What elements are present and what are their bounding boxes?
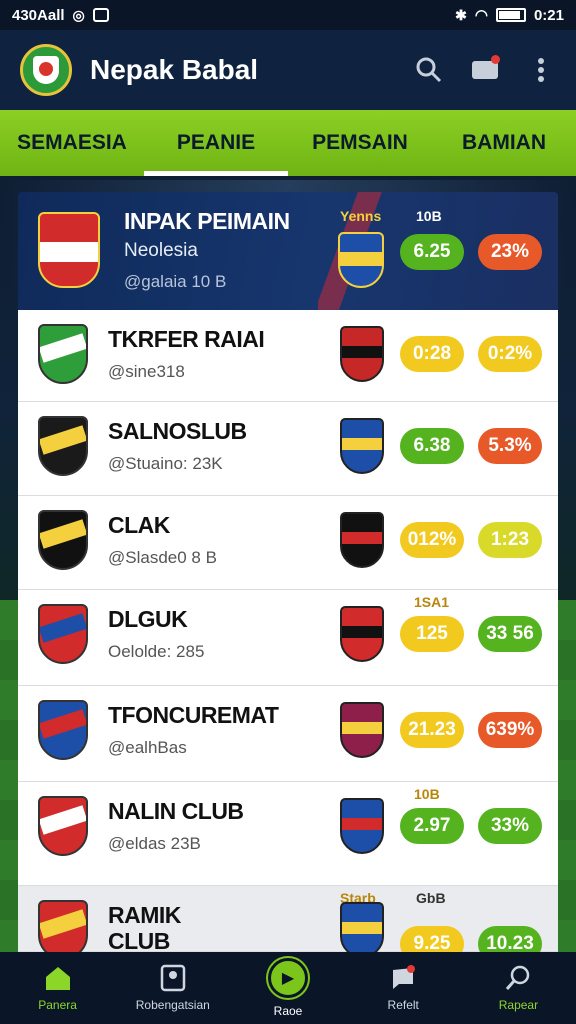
status-bar: 430Aall ◎ ✱ ◠ 0:21	[0, 0, 576, 30]
more-menu-button[interactable]	[526, 55, 556, 85]
odds-pill[interactable]: 6.38	[400, 428, 464, 464]
odds-pill[interactable]: 33%	[478, 808, 542, 844]
team-handle: Oelolde: 285	[108, 642, 205, 661]
odds-pill-2[interactable]: 23%	[478, 234, 542, 270]
team-crest	[38, 796, 88, 856]
nav-notifications-label: Refelt	[387, 998, 419, 1012]
odds-pill-1[interactable]: 6.25	[400, 234, 464, 270]
battery-icon	[495, 8, 526, 22]
team-crest	[38, 416, 88, 476]
search-icon	[416, 57, 442, 83]
nav-home-label: Panera	[38, 998, 77, 1012]
featured-subtitle: Neolesia	[124, 240, 198, 261]
profile-icon	[160, 964, 186, 992]
odds-pill[interactable]: 2.97	[400, 808, 464, 844]
team-row[interactable]: CLAK @Slasde0 8 B 012% 1:23	[18, 496, 558, 590]
team-handle: @eldas 23B	[108, 834, 201, 853]
more-vertical-icon	[538, 58, 544, 82]
wifi-icon: ◠	[474, 7, 488, 24]
bottom-navigation: Panera Robengatsian ▶ Raoe Refelt Rapear	[0, 952, 576, 1024]
odds-pill[interactable]: 639%	[478, 712, 542, 748]
team-row[interactable]: TKRFER RAIAI @sine318 0:28 0:2%	[18, 310, 558, 402]
notification-dot	[491, 55, 500, 64]
team-crest	[38, 700, 88, 760]
app-bar: Nepak Babal	[0, 30, 576, 110]
team-crest	[38, 510, 88, 570]
team-row[interactable]: NALIN CLUB @eldas 23B 10B 2.97 33%	[18, 782, 558, 886]
team-crest	[38, 212, 100, 288]
odds-pill[interactable]: 125	[400, 616, 464, 652]
play-icon: ▶	[268, 958, 308, 998]
team-name: NALIN CLUB	[108, 798, 244, 824]
nav-play-label: Raoe	[273, 1004, 303, 1018]
nav-search[interactable]: Rapear	[461, 952, 576, 1024]
team-row[interactable]: DLGUK Oelolde: 285 1SA1 125 33 56	[18, 590, 558, 686]
odds-pill[interactable]: 1:23	[478, 522, 542, 558]
odds-pill[interactable]: 012%	[400, 522, 464, 558]
opponent-crest	[340, 798, 384, 854]
opponent-crest	[338, 232, 384, 288]
team-handle: @ealhBas	[108, 738, 187, 757]
featured-label-2: 10B	[416, 208, 442, 224]
team-handle: @sine318	[108, 362, 185, 381]
team-row[interactable]: TFONCUREMAT @ealhBas 21.23 639%	[18, 686, 558, 782]
team-row[interactable]: RAMIK CLUB Starb GbB 9.25 10.23	[18, 886, 558, 962]
tab-pemsain[interactable]: PEMSAIN	[288, 110, 432, 176]
team-crest	[38, 900, 88, 960]
nav-search-label: Rapear	[498, 998, 539, 1012]
search-icon	[506, 965, 530, 990]
app-logo[interactable]	[20, 44, 72, 96]
team-name: DLGUK	[108, 606, 188, 632]
odds-pill[interactable]: 0:28	[400, 336, 464, 372]
team-crest	[38, 604, 88, 664]
team-row[interactable]: SALNOSLUB @Stuaino: 23K 6.38 5.3%	[18, 402, 558, 496]
featured-label: Yenns	[340, 208, 382, 224]
opponent-crest	[340, 418, 384, 474]
opponent-crest	[340, 606, 384, 662]
team-name: SALNOSLUB	[108, 418, 247, 444]
row-top-label: 10B	[414, 786, 440, 802]
opponent-crest	[340, 902, 384, 958]
odds-pill[interactable]: 21.23	[400, 712, 464, 748]
app-title: Nepak Babal	[90, 54, 259, 85]
odds-pill[interactable]: 0:2%	[478, 336, 542, 372]
tab-bamian[interactable]: BAMIAN	[432, 110, 576, 176]
team-crest	[38, 324, 88, 384]
nav-profile[interactable]: Robengatsian	[115, 952, 230, 1024]
team-handle: @Slasde0 8 B	[108, 548, 217, 567]
tab-peanie[interactable]: PEANIE	[144, 110, 288, 176]
odds-pill[interactable]: 33 56	[478, 616, 542, 652]
nav-notifications[interactable]: Refelt	[346, 952, 461, 1024]
row-top-label-2: GbB	[416, 890, 446, 906]
team-handle: @Stuaino: 23K	[108, 454, 223, 473]
opponent-crest	[340, 512, 384, 568]
featured-match-card[interactable]: INPAK PEIMAIN Neolesia @galaia 10 B Yenn…	[18, 192, 558, 310]
row-top-label: 1SA1	[414, 594, 450, 610]
nav-play[interactable]: ▶ Raoe	[230, 952, 345, 1024]
featured-team-name: INPAK PEIMAIN	[124, 208, 290, 234]
messages-button[interactable]	[470, 55, 500, 85]
team-name: CLAK	[108, 512, 170, 538]
search-button[interactable]	[414, 55, 444, 85]
clock: 0:21	[533, 6, 564, 24]
opponent-crest	[340, 702, 384, 758]
carrier-text: 430Aall	[12, 6, 65, 24]
nav-home[interactable]: Panera	[0, 952, 115, 1024]
notification-status-icon: ◎	[72, 6, 85, 23]
team-name: RAMIK CLUB	[108, 902, 181, 954]
opponent-crest	[340, 326, 384, 382]
team-name: TKRFER RAIAI	[108, 326, 265, 352]
app-status-icon	[92, 8, 109, 22]
bluetooth-icon: ✱	[455, 6, 467, 23]
odds-pill[interactable]: 5.3%	[478, 428, 542, 464]
nav-profile-label: Robengatsian	[135, 998, 210, 1012]
team-name: TFONCUREMAT	[108, 702, 279, 728]
notification-icon	[393, 965, 416, 989]
tab-bar: SEMAESIA PEANIE PEMSAIN BAMIAN	[0, 110, 576, 176]
tab-semaesia[interactable]: SEMAESIA	[0, 110, 144, 176]
featured-handle: @galaia 10 B	[124, 272, 227, 291]
home-icon	[45, 967, 70, 990]
